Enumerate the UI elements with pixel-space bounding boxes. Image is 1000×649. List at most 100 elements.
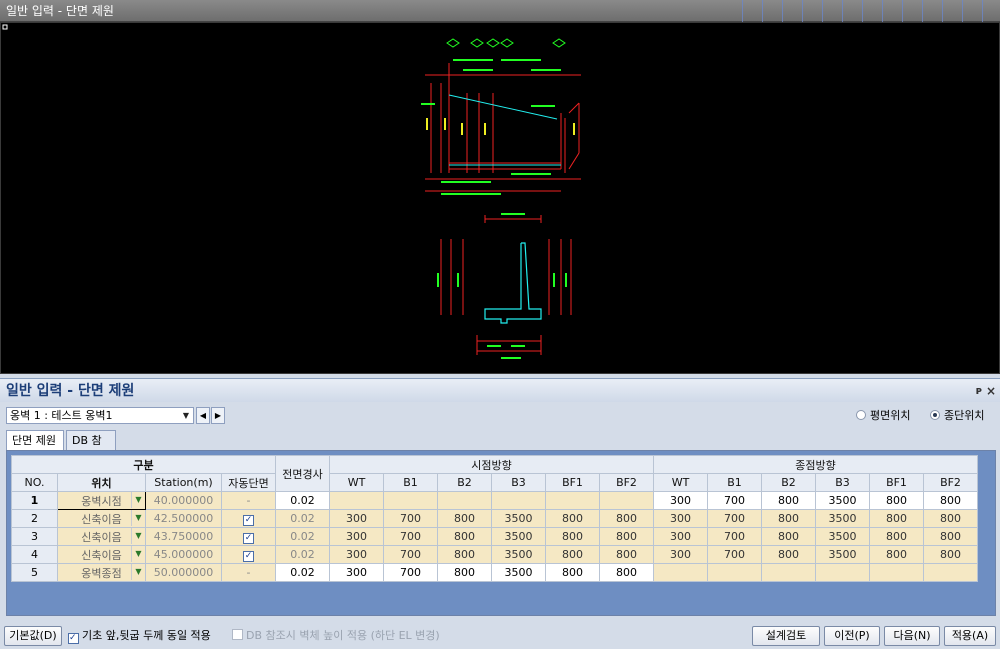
profile-position-label: 종단위치 <box>944 409 985 422</box>
retaining-wall-section <box>484 242 542 324</box>
table-row: 1 옹벽시점 ▼ 40.000000-0.02 300 700 800 3500 800 800 <box>11 491 978 510</box>
end-b2-cell[interactable]: 800 <box>761 491 816 510</box>
end-b2-cell: 800 <box>761 545 816 564</box>
end-b3-cell[interactable]: 3500 <box>815 491 870 510</box>
start-b3-cell: 3500 <box>491 527 546 546</box>
auto-section-checkbox[interactable]: ✓ <box>221 509 276 528</box>
start-b1-cell: 700 <box>383 509 438 528</box>
end-wt-cell: 300 <box>653 509 708 528</box>
radio-icon <box>856 410 866 420</box>
row-number: 3 <box>11 527 58 546</box>
auto-section-checkbox[interactable]: ✓ <box>221 527 276 546</box>
profile-position-radio[interactable]: 종단위치 <box>930 408 984 424</box>
header-dim-bf1: BF1 <box>545 473 600 492</box>
chevron-down-icon[interactable]: ▼ <box>179 408 193 423</box>
start-bf1-cell <box>545 491 600 510</box>
cad-viewport[interactable] <box>0 22 1000 374</box>
end-bf1-cell: 800 <box>869 509 924 528</box>
end-bf2-cell[interactable]: 800 <box>923 491 978 510</box>
location-select[interactable]: 옹벽종점 ▼ <box>57 563 146 582</box>
panel-title-bar: 일반 입력 - 단면 제원 ᴘ × <box>0 378 1000 402</box>
header-dim-wt: WT <box>653 473 708 492</box>
station-cell: 40.000000 <box>145 491 222 510</box>
header-dim-b2: B2 <box>437 473 492 492</box>
spec-table: 구분 전면경사 시점방향 종점방향 NO. 위치 Station(m) 자동단면 WT B1 B2 B… <box>11 455 978 582</box>
checkbox-checked-icon: ✓ <box>243 515 254 526</box>
design-check-button[interactable]: 설계검토 <box>752 626 820 646</box>
row-number: 5 <box>11 563 58 582</box>
station-cell: 42.500000 <box>145 509 222 528</box>
front-slope-cell[interactable]: 0.02 <box>275 563 330 582</box>
start-b2-cell[interactable]: 800 <box>437 563 492 582</box>
next-button[interactable]: 다음(N) <box>884 626 940 646</box>
start-b3-cell: 3500 <box>491 545 546 564</box>
location-select[interactable]: 신축이음 ▼ <box>57 545 146 564</box>
end-b1-cell: 700 <box>707 509 762 528</box>
default-values-button[interactable]: 기본값(D) <box>4 626 62 646</box>
start-wt-cell: 300 <box>329 527 384 546</box>
dimension-text <box>421 59 561 195</box>
chevron-down-icon[interactable]: ▼ <box>131 528 145 544</box>
same-thickness-checkbox[interactable]: ✓ 기초 앞,뒷굽 두께 동일 적용 <box>68 629 211 644</box>
start-bf2-cell[interactable]: 800 <box>599 563 654 582</box>
start-b2-cell: 800 <box>437 509 492 528</box>
start-b3-cell[interactable]: 3500 <box>491 563 546 582</box>
wall-select-value: 옹벽 1 : 테스트 옹벽1 <box>10 409 113 422</box>
prev-button[interactable]: 이전(P) <box>824 626 880 646</box>
end-b1-cell[interactable]: 700 <box>707 491 762 510</box>
front-slope-cell: 0.02 <box>275 509 330 528</box>
end-bf2-cell: 800 <box>923 545 978 564</box>
header-dim-bf1: BF1 <box>869 473 924 492</box>
db-height-checkbox[interactable]: DB 참조시 벽체 높이 적용 (하단 EL 변경) <box>232 629 440 643</box>
end-b3-cell: 3500 <box>815 527 870 546</box>
start-bf1-cell[interactable]: 800 <box>545 563 600 582</box>
header-dim-b3: B3 <box>491 473 546 492</box>
auto-section-checkbox[interactable]: ✓ <box>221 545 276 564</box>
start-bf1-cell: 800 <box>545 527 600 546</box>
section-markers <box>446 38 566 48</box>
end-bf2-cell: 800 <box>923 527 978 546</box>
start-b2-cell: 800 <box>437 545 492 564</box>
front-slope-cell: 0.02 <box>275 527 330 546</box>
location-select[interactable]: 옹벽시점 ▼ <box>57 491 146 510</box>
tab-db-reference[interactable]: DB 참조 <box>66 430 116 466</box>
apply-button[interactable]: 적용(A) <box>944 626 996 646</box>
start-bf2-cell: 800 <box>599 527 654 546</box>
chevron-down-icon[interactable]: ▼ <box>131 510 145 526</box>
end-b1-cell: 700 <box>707 545 762 564</box>
start-wt-cell[interactable]: 300 <box>329 563 384 582</box>
header-front-slope: 전면경사 <box>275 455 330 492</box>
station-cell: 50.000000 <box>145 563 222 582</box>
location-value: 옹벽시점 <box>81 494 122 508</box>
end-b3-cell: 3500 <box>815 509 870 528</box>
front-slope-cell[interactable]: 0.02 <box>275 491 330 510</box>
start-b1-cell[interactable]: 700 <box>383 563 438 582</box>
next-wall-button[interactable]: ▶ <box>211 407 225 424</box>
chevron-down-icon[interactable]: ▼ <box>131 492 145 508</box>
chevron-down-icon[interactable]: ▼ <box>131 564 145 580</box>
end-wt-cell[interactable]: 300 <box>653 491 708 510</box>
end-bf2-cell <box>923 563 978 582</box>
location-select[interactable]: 신축이음 ▼ <box>57 509 146 528</box>
section-view-outline <box>440 215 572 355</box>
start-bf2-cell: 800 <box>599 509 654 528</box>
header-dim-b2: B2 <box>761 473 816 492</box>
station-cell: 43.750000 <box>145 527 222 546</box>
start-b2-cell: 800 <box>437 527 492 546</box>
cad-drawing <box>2 24 581 359</box>
location-select[interactable]: 신축이음 ▼ <box>57 527 146 546</box>
chevron-down-icon[interactable]: ▼ <box>131 546 145 562</box>
prev-wall-button[interactable]: ◀ <box>196 407 210 424</box>
plan-position-radio[interactable]: 평면위치 <box>856 408 910 424</box>
close-icon[interactable]: × <box>986 379 996 403</box>
pin-icon[interactable]: ᴘ <box>976 379 982 403</box>
location-value: 옹벽종점 <box>81 566 122 580</box>
radio-selected-icon <box>930 410 940 420</box>
end-bf1-cell[interactable]: 800 <box>869 491 924 510</box>
row-number: 4 <box>11 545 58 564</box>
wall-select[interactable]: 옹벽 1 : 테스트 옹벽1 ▼ <box>6 407 194 424</box>
start-b3-cell: 3500 <box>491 509 546 528</box>
start-b3-cell <box>491 491 546 510</box>
tab-section-specs[interactable]: 단면 제원 <box>6 430 64 451</box>
end-bf2-cell: 800 <box>923 509 978 528</box>
